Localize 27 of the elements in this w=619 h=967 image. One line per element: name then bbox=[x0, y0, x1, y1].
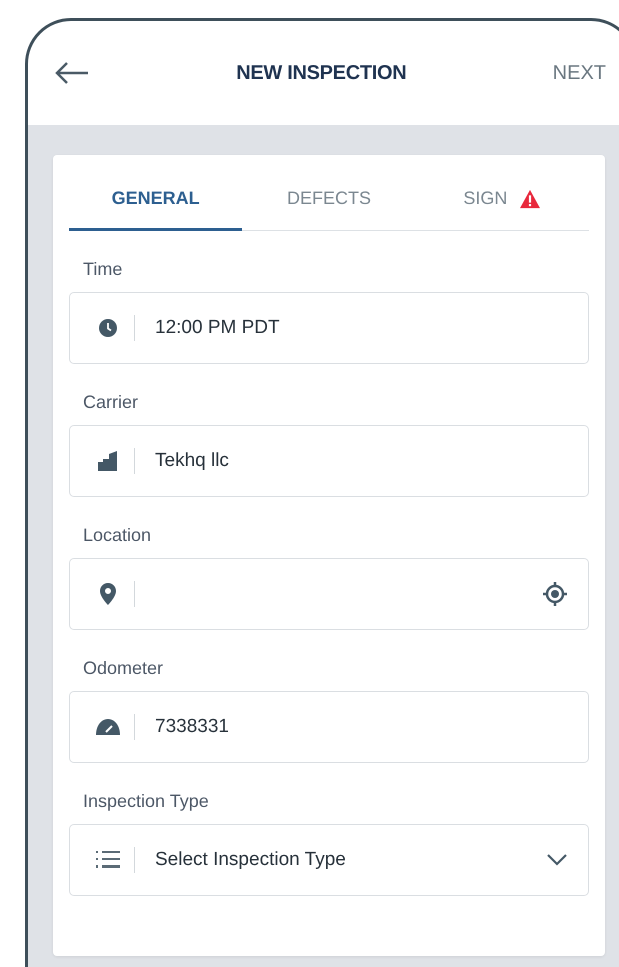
back-arrow-icon[interactable] bbox=[54, 61, 90, 85]
field-value: 12:00 PM PDT bbox=[155, 317, 281, 339]
field-placeholder: Select Inspection Type bbox=[155, 849, 347, 871]
field-label: Time bbox=[82, 258, 124, 281]
chevron-down-icon bbox=[546, 853, 568, 867]
screen-title: NEW INSPECTION bbox=[235, 62, 408, 84]
map-pin-icon bbox=[99, 582, 117, 606]
building-icon bbox=[97, 450, 119, 472]
select-field[interactable]: Select Inspection Type bbox=[69, 824, 589, 896]
field-label: Location bbox=[82, 524, 152, 547]
field-label: Odometer bbox=[82, 657, 164, 680]
tab[interactable]: GENERAL bbox=[69, 169, 242, 231]
locate-target-icon[interactable] bbox=[542, 581, 568, 607]
next-button[interactable]: NEXT bbox=[552, 62, 606, 84]
gauge-icon bbox=[95, 718, 121, 736]
field-label: Inspection Type bbox=[82, 790, 210, 813]
tab[interactable]: SIGN bbox=[416, 169, 589, 231]
list-icon bbox=[95, 849, 121, 871]
field-value: 7338331 bbox=[155, 716, 230, 738]
input-field[interactable] bbox=[69, 558, 589, 630]
field-value: Tekhq llc bbox=[155, 450, 230, 472]
clock-icon bbox=[98, 318, 118, 338]
input-field[interactable]: 12:00 PM PDT bbox=[69, 292, 589, 364]
tab[interactable]: DEFECTS bbox=[242, 169, 416, 231]
field-label: Carrier bbox=[82, 391, 140, 414]
input-field[interactable]: 7338331 bbox=[69, 691, 589, 763]
input-field[interactable]: Tekhq llc bbox=[69, 425, 589, 497]
